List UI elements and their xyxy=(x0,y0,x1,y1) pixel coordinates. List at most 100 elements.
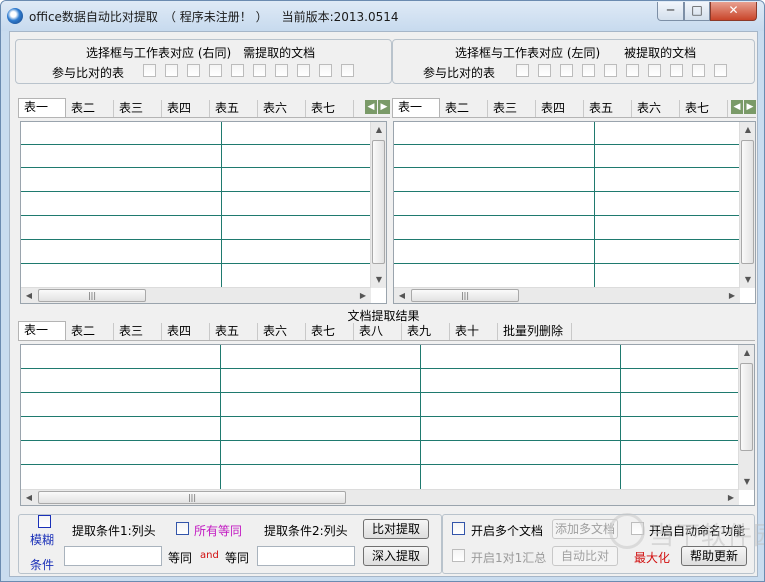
tab-result-6[interactable]: 表六 xyxy=(258,323,306,340)
sheet-checkbox[interactable] xyxy=(275,64,288,77)
scroll-thumb[interactable] xyxy=(741,140,754,264)
tab-result-5[interactable]: 表五 xyxy=(210,323,258,340)
scroll-right-icon[interactable]: ▶ xyxy=(723,490,739,505)
vertical-scrollbar[interactable]: ▲ ▼ xyxy=(370,122,386,288)
condition1-input[interactable] xyxy=(64,546,162,566)
scroll-up-icon[interactable]: ▲ xyxy=(371,122,386,138)
batch-delete-columns-tab[interactable]: 批量列删除 xyxy=(498,323,572,340)
tab-result-9[interactable]: 表九 xyxy=(402,323,450,340)
sheet-checkbox[interactable] xyxy=(341,64,354,77)
minimize-button[interactable]: ─ xyxy=(657,2,684,21)
horizontal-scrollbar[interactable]: ◀ ||| ▶ xyxy=(21,287,371,303)
tab-sheet-5[interactable]: 表五 xyxy=(210,100,258,117)
all-equal-checkbox[interactable] xyxy=(176,522,189,535)
target-sheet-grid[interactable]: ▲ ▼ ◀ ||| ▶ xyxy=(393,121,756,304)
tab-sheet-2[interactable]: 表二 xyxy=(440,100,488,117)
sheet-checkbox[interactable] xyxy=(670,64,683,77)
result-tabs: 表一 表二 表三 表四 表五 表六 表七 表八 表九 表十 批量列删除 xyxy=(18,321,755,341)
scroll-left-icon[interactable]: ◀ xyxy=(21,490,37,505)
sheet-checkbox[interactable] xyxy=(560,64,573,77)
source-sheet-grid[interactable]: ▲ ▼ ◀ ||| ▶ xyxy=(20,121,387,304)
tab-result-10[interactable]: 表十 xyxy=(450,323,498,340)
sheet-checkbox[interactable] xyxy=(604,64,617,77)
scroll-down-icon[interactable]: ▼ xyxy=(739,474,754,490)
scroll-thumb[interactable] xyxy=(740,363,753,451)
scroll-up-icon[interactable]: ▲ xyxy=(740,122,755,138)
sheet-checkbox[interactable] xyxy=(538,64,551,77)
tab-result-2[interactable]: 表二 xyxy=(66,323,114,340)
close-button[interactable]: ✕ xyxy=(710,2,757,21)
tab-result-3[interactable]: 表三 xyxy=(114,323,162,340)
tab-scroll-left-icon[interactable]: ◀ xyxy=(731,100,743,114)
sheet-checkbox[interactable] xyxy=(714,64,727,77)
sheet-checkbox[interactable] xyxy=(297,64,310,77)
tab-sheet-7[interactable]: 表七 xyxy=(306,100,354,117)
tab-result-7[interactable]: 表七 xyxy=(306,323,354,340)
tab-scroll-right-icon[interactable]: ▶ xyxy=(744,100,756,114)
sheet-checkbox[interactable] xyxy=(187,64,200,77)
multi-doc-checkbox[interactable] xyxy=(452,522,465,535)
sheet-checkbox[interactable] xyxy=(253,64,266,77)
auto-compare-button[interactable]: 自动比对 xyxy=(552,546,618,566)
tab-sheet-4[interactable]: 表四 xyxy=(536,100,584,117)
tab-sheet-3[interactable]: 表三 xyxy=(488,100,536,117)
target-compare-label: 参与比对的表 xyxy=(423,66,496,80)
sheet-checkbox[interactable] xyxy=(582,64,595,77)
tab-result-8[interactable]: 表八 xyxy=(354,323,402,340)
maximize-icon: □ xyxy=(691,3,703,17)
condition2-input[interactable] xyxy=(257,546,355,566)
scroll-right-icon[interactable]: ▶ xyxy=(355,288,371,303)
tab-sheet-7[interactable]: 表七 xyxy=(680,100,728,117)
horizontal-scrollbar[interactable]: ◀ ||| ▶ xyxy=(21,489,739,505)
vertical-scrollbar[interactable]: ▲ ▼ xyxy=(738,345,754,490)
tab-scroll-left-icon[interactable]: ◀ xyxy=(365,100,377,114)
sheet-checkbox[interactable] xyxy=(209,64,222,77)
maximize-button[interactable]: □ xyxy=(684,2,710,21)
deep-extract-button[interactable]: 深入提取 xyxy=(363,546,429,566)
sheet-checkbox[interactable] xyxy=(143,64,156,77)
minimize-icon: ─ xyxy=(666,3,675,17)
scroll-up-icon[interactable]: ▲ xyxy=(739,345,754,361)
tab-sheet-4[interactable]: 表四 xyxy=(162,100,210,117)
tab-sheet-1[interactable]: 表一 xyxy=(18,98,66,117)
tab-sheet-1[interactable]: 表一 xyxy=(392,98,440,117)
scroll-right-icon[interactable]: ▶ xyxy=(724,288,740,303)
sheet-checkbox[interactable] xyxy=(231,64,244,77)
sheet-checkbox[interactable] xyxy=(648,64,661,77)
horizontal-scrollbar[interactable]: ◀ ||| ▶ xyxy=(394,287,740,303)
tab-result-1[interactable]: 表一 xyxy=(18,321,66,340)
result-grid[interactable]: ▲ ▼ ◀ ||| ▶ xyxy=(20,344,755,506)
window-title: office数据自动比对提取 （ 程序未注册！ ） 当前版本:2013.0514 xyxy=(29,8,399,25)
tab-sheet-3[interactable]: 表三 xyxy=(114,100,162,117)
condition1-label: 提取条件1:列头 xyxy=(72,524,156,538)
vertical-scrollbar[interactable]: ▲ ▼ xyxy=(739,122,755,288)
tab-scroll-right-icon[interactable]: ▶ xyxy=(378,100,390,114)
tab-sheet-5[interactable]: 表五 xyxy=(584,100,632,117)
and-label: and xyxy=(200,550,219,561)
tab-sheet-2[interactable]: 表二 xyxy=(66,100,114,117)
scroll-down-icon[interactable]: ▼ xyxy=(371,272,386,288)
compare-extract-button[interactable]: 比对提取 xyxy=(363,519,429,539)
sheet-checkbox[interactable] xyxy=(165,64,178,77)
tab-result-4[interactable]: 表四 xyxy=(162,323,210,340)
scroll-thumb[interactable]: ||| xyxy=(38,491,346,504)
sheet-checkbox[interactable] xyxy=(692,64,705,77)
scroll-left-icon[interactable]: ◀ xyxy=(21,288,37,303)
sheet-checkbox[interactable] xyxy=(319,64,332,77)
one-to-one-checkbox[interactable] xyxy=(452,549,465,562)
scroll-left-icon[interactable]: ◀ xyxy=(394,288,410,303)
source-sheet-tabs: 表一 表二 表三 表四 表五 表六 表七 ◀ ▶ xyxy=(18,98,390,118)
scroll-down-icon[interactable]: ▼ xyxy=(740,272,755,288)
source-doc-header: 选择框与工作表对应 (右同) 需提取的文档 xyxy=(86,46,316,60)
scroll-thumb[interactable] xyxy=(372,140,385,264)
source-compare-label: 参与比对的表 xyxy=(52,66,125,80)
target-sheet-checkboxes xyxy=(516,64,736,77)
sheet-checkbox[interactable] xyxy=(626,64,639,77)
fuzzy-checkbox[interactable] xyxy=(38,515,51,528)
scroll-thumb[interactable]: ||| xyxy=(411,289,519,302)
extract-conditions-panel: 模糊 条件 提取条件1:列头 所有等同 提取条件2:列头 比对提取 等同 and… xyxy=(18,514,442,574)
sheet-checkbox[interactable] xyxy=(516,64,529,77)
tab-sheet-6[interactable]: 表六 xyxy=(632,100,680,117)
scroll-thumb[interactable]: ||| xyxy=(38,289,146,302)
tab-sheet-6[interactable]: 表六 xyxy=(258,100,306,117)
